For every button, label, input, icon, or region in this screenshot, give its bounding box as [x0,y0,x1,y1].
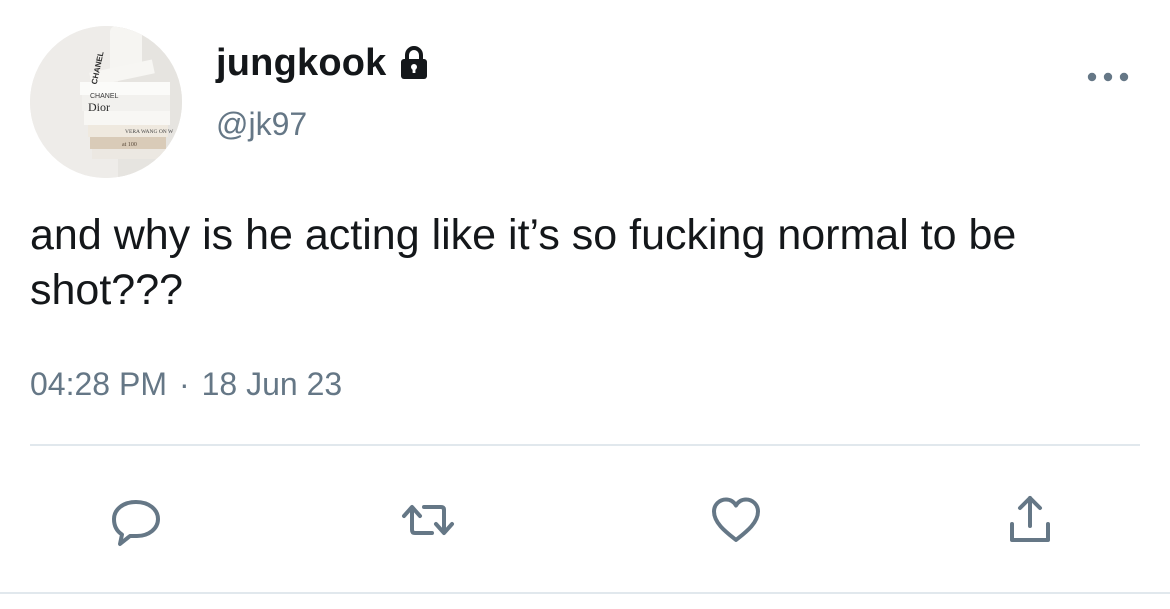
bottom-divider [0,592,1170,594]
reply-button[interactable] [96,480,176,560]
lock-icon [400,46,427,79]
tweet-timestamp[interactable]: 04:28 PM · 18 Jun 23 [30,366,342,403]
tweet-text: and why is he acting like it’s so fuckin… [30,211,1017,314]
avatar[interactable]: CHANEL Dior VERA WANG ON W at 100 CHANEL [30,26,182,178]
book-spine-chanel: CHANEL [90,93,119,100]
tweet-card: CHANEL Dior VERA WANG ON W at 100 CHANEL… [0,0,1170,609]
action-bar [0,480,1170,560]
tweet-time: 04:28 PM [30,366,167,402]
divider [30,444,1140,446]
display-name[interactable]: jungkook [216,42,387,85]
like-button[interactable] [696,480,776,560]
reply-icon [112,500,160,546]
avatar-image: CHANEL Dior VERA WANG ON W at 100 CHANEL [30,26,182,178]
share-button[interactable] [990,480,1070,560]
retweet-icon [402,505,454,535]
book-spine-vera-wang: VERA WANG ON W [125,129,174,135]
timestamp-separator: · [178,366,190,402]
more-options-button[interactable] [1080,62,1136,92]
heart-icon [712,497,760,542]
tweet-date: 18 Jun 23 [201,366,343,402]
retweet-button[interactable] [388,480,468,560]
share-icon [1010,496,1050,542]
author-handle[interactable]: @jk97 [216,106,307,143]
more-dots-icon [1087,72,1129,82]
author-name-row: jungkook [216,38,429,88]
book-spine-dior: Dior [88,100,110,114]
book-spine-at-100: at 100 [122,142,137,148]
